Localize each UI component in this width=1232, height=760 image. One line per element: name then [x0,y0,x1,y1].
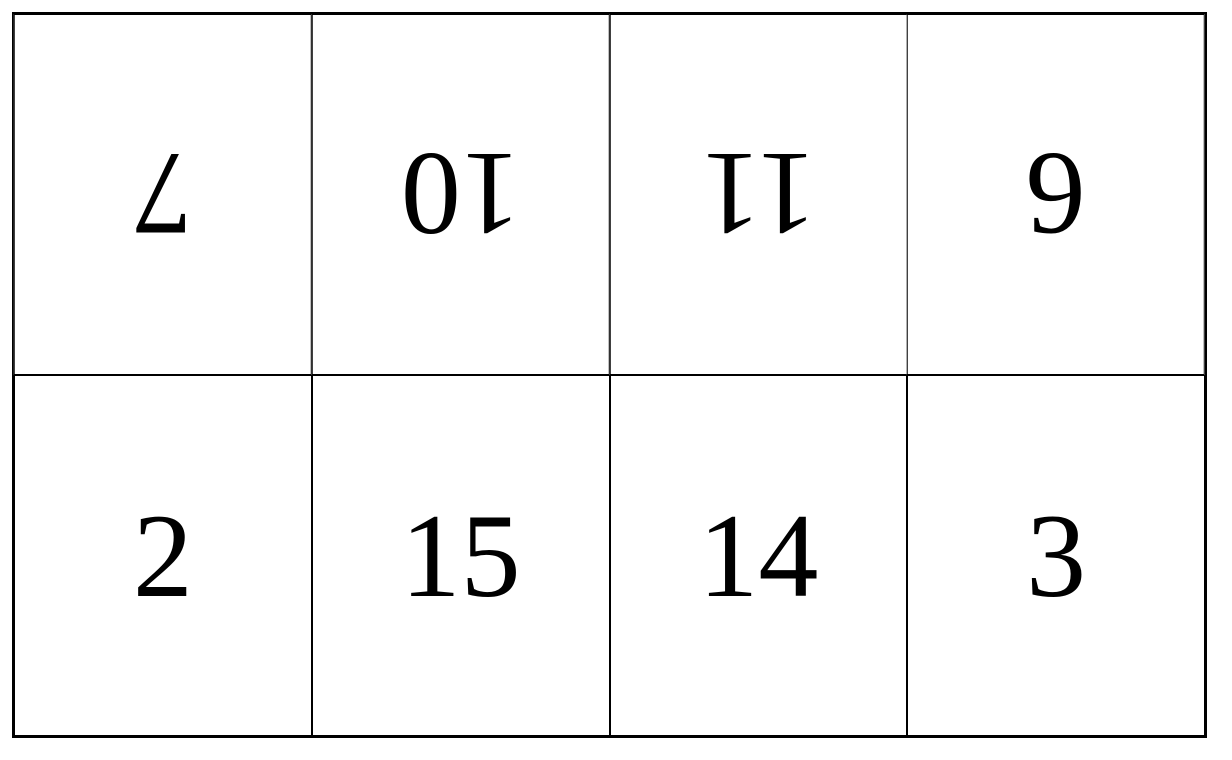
grid-cell: 14 [610,375,908,736]
cell-value: 11 [701,126,817,264]
grid-cell: 15 [312,375,610,736]
cell-value: 2 [133,487,193,625]
cell-value: 10 [401,126,521,264]
grid-cell: 7 [14,14,312,375]
number-grid: 7 10 11 6 2 15 14 3 [12,12,1207,738]
cell-value: 7 [133,126,193,264]
grid-cell: 2 [14,375,312,736]
cell-value: 3 [1026,487,1086,625]
cell-value: 14 [698,487,818,625]
grid-cell: 3 [907,375,1205,736]
grid-cell: 6 [907,14,1205,375]
cell-value: 15 [401,487,521,625]
cell-value: 6 [1026,126,1086,264]
grid-cell: 10 [312,14,610,375]
grid-cell: 11 [610,14,908,375]
